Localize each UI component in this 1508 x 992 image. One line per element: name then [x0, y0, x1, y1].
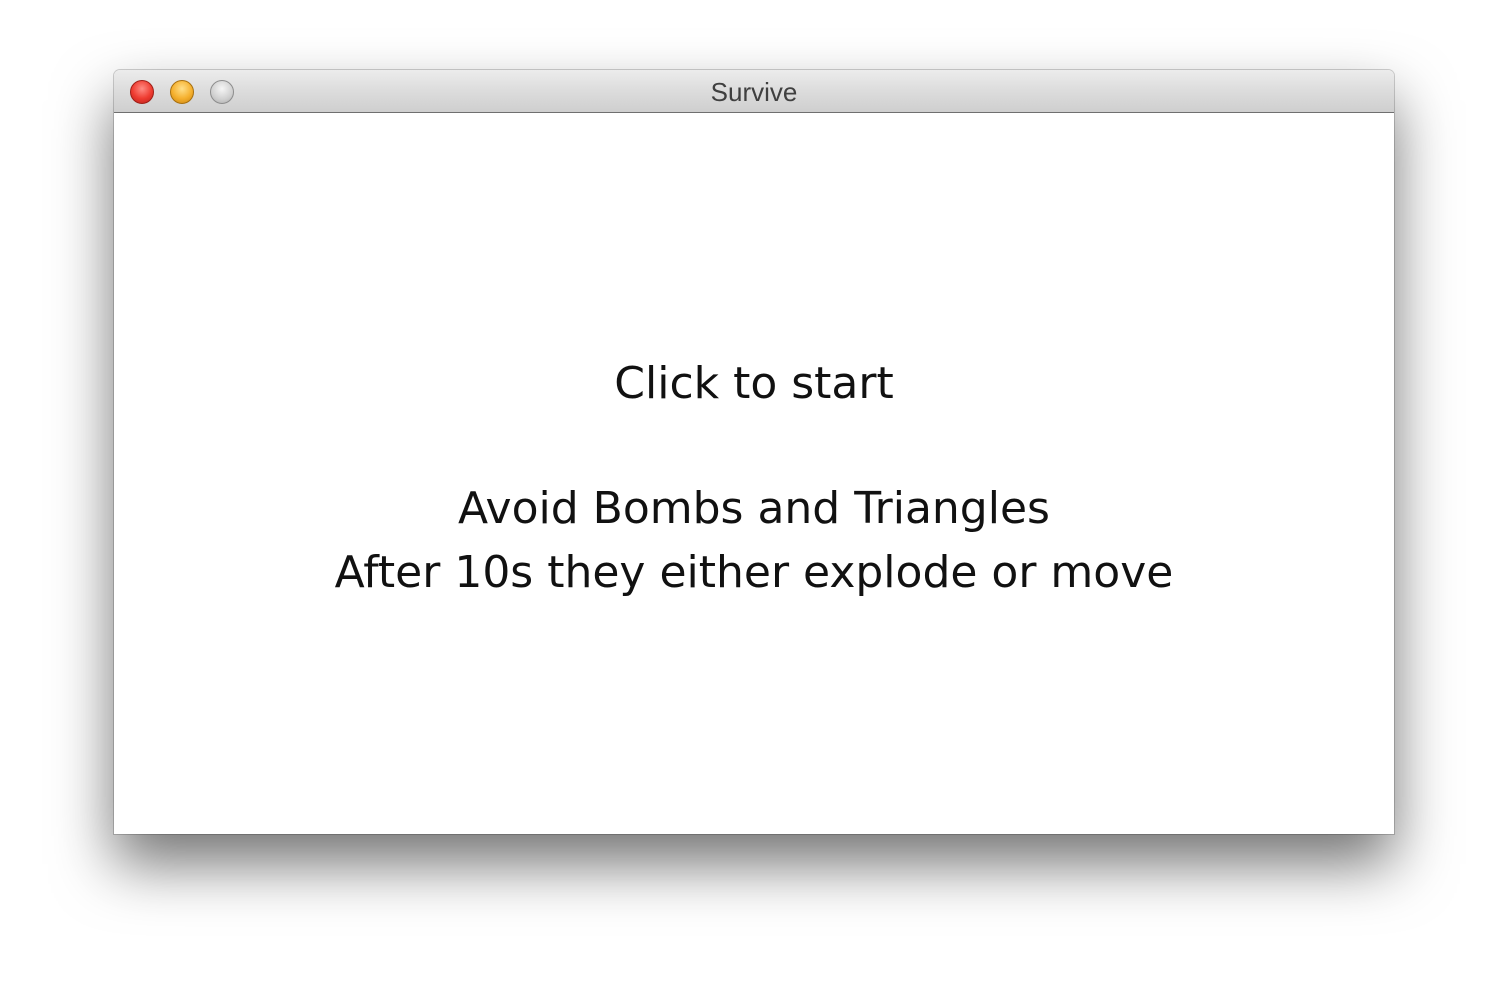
- instruction-line-timer: After 10s they either explode or move: [334, 547, 1174, 598]
- window-titlebar[interactable]: Survive: [114, 70, 1394, 113]
- game-canvas[interactable]: Click to start Avoid Bombs and Triangles…: [114, 113, 1394, 834]
- instruction-line-avoid: Avoid Bombs and Triangles: [458, 483, 1050, 534]
- app-window: Survive Click to start Avoid Bombs and T…: [114, 70, 1394, 834]
- window-title: Survive: [710, 77, 798, 107]
- start-prompt: Click to start: [614, 358, 894, 409]
